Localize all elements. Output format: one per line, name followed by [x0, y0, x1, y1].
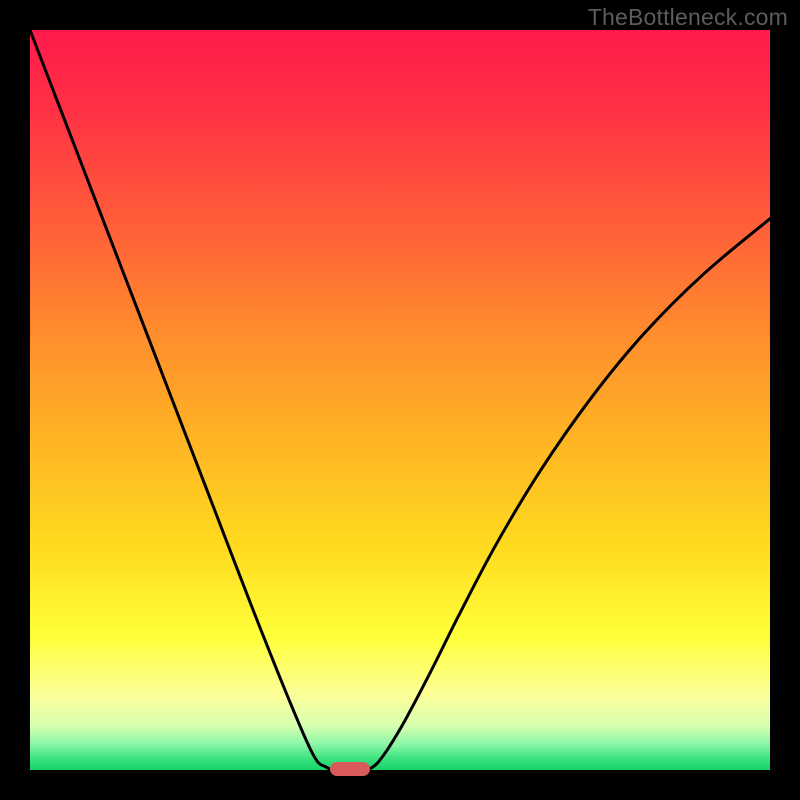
plot-area	[30, 30, 770, 770]
chart-frame: TheBottleneck.com	[0, 0, 800, 800]
optimal-marker	[330, 762, 371, 776]
bottleneck-curves	[30, 30, 770, 770]
watermark-text: TheBottleneck.com	[588, 4, 788, 31]
left-curve	[30, 30, 335, 770]
right-curve	[364, 219, 770, 770]
